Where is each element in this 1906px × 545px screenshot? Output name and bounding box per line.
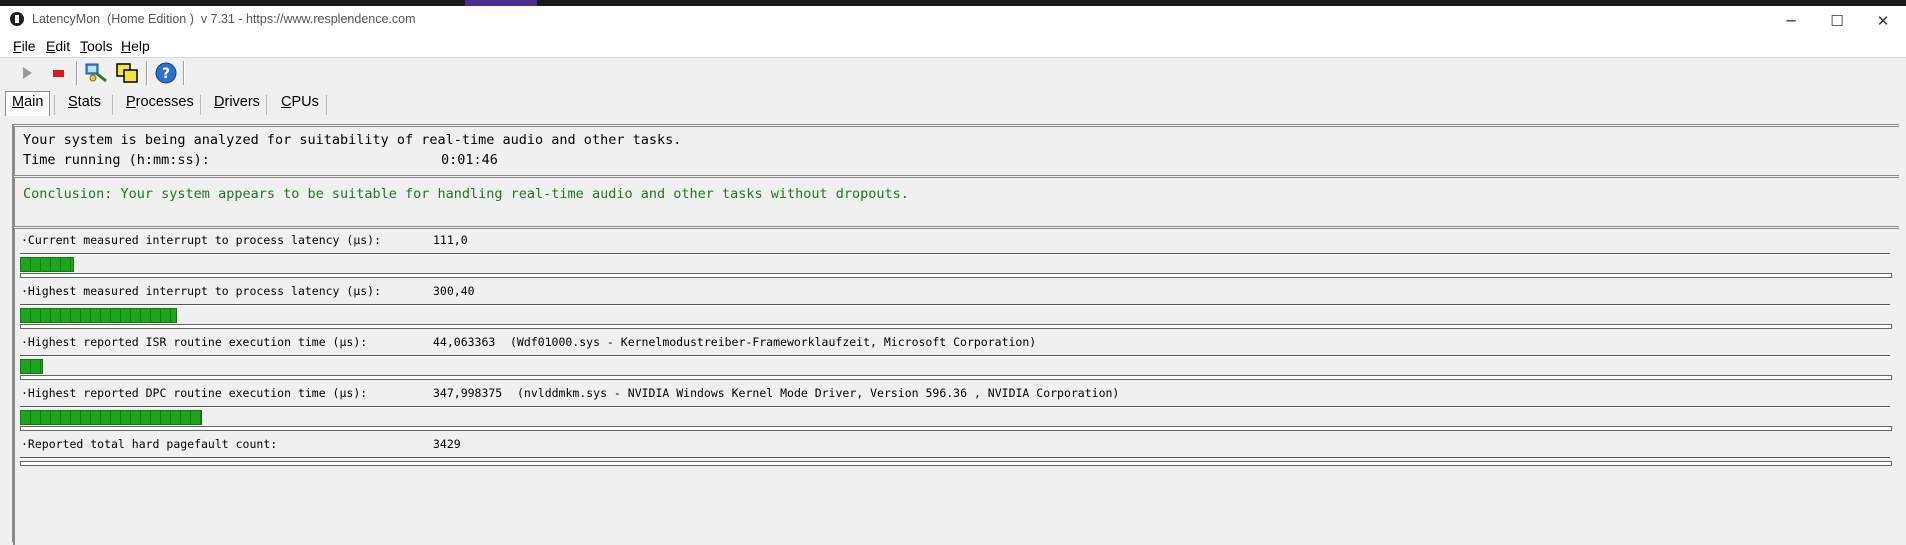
main-panel: Your system is being analyzed for suitab… xyxy=(12,124,1899,545)
metric-detail: (nvlddmkm.sys - NVIDIA Windows Kernel Mo… xyxy=(517,386,1120,400)
menu-bar: File Edit Tools Help xyxy=(0,36,1906,57)
metric-divider xyxy=(20,457,1890,459)
analysis-status-text: Your system is being analyzed for suitab… xyxy=(23,132,682,148)
tab-processes[interactable]: Processes xyxy=(126,94,194,110)
latency-bar xyxy=(20,257,1890,272)
menu-file[interactable]: File xyxy=(13,38,36,54)
tab-bar: Main Stats Processes Drivers CPUs xyxy=(0,88,1906,120)
analyze-icon xyxy=(85,63,107,83)
tab-separator xyxy=(326,95,327,115)
conclusion-box: Conclusion: Your system appears to be su… xyxy=(13,175,1899,226)
conclusion-text: Conclusion: Your system appears to be su… xyxy=(23,186,909,202)
metric-label: ·Current measured interrupt to process l… xyxy=(21,233,382,247)
window-title: LatencyMon (Home Edition ) v 7.31 - http… xyxy=(32,12,416,26)
metric-value: 111,0 xyxy=(433,233,468,247)
tab-separator xyxy=(266,95,267,115)
toolbar-separator xyxy=(146,61,148,85)
windows-button[interactable] xyxy=(114,61,140,85)
metric-value: 3429 xyxy=(433,437,461,451)
time-running-value: 0:01:46 xyxy=(441,152,498,168)
tab-separator xyxy=(200,95,201,115)
metric-row: ·Highest reported ISR routine execution … xyxy=(15,331,1899,382)
metrics-box: ·Current measured interrupt to process l… xyxy=(13,226,1899,545)
metric-value: 300,40 xyxy=(433,284,475,298)
stop-icon xyxy=(53,70,64,77)
minimize-button[interactable]: ─ xyxy=(1768,6,1814,36)
metric-label: ·Highest reported ISR routine execution … xyxy=(21,335,368,349)
metric-row: ·Highest measured interrupt to process l… xyxy=(15,280,1899,331)
latency-bar xyxy=(20,308,1890,323)
analyze-button[interactable] xyxy=(84,61,110,85)
metric-row: ·Highest reported DPC routine execution … xyxy=(15,382,1899,433)
latency-bar xyxy=(20,359,1890,374)
menu-tools[interactable]: Tools xyxy=(80,38,113,54)
latency-bar-fill xyxy=(20,308,177,323)
time-running-label: Time running (h:mm:ss): xyxy=(23,152,210,168)
tab-stats[interactable]: Stats xyxy=(68,94,101,110)
tab-cpus[interactable]: CPUs xyxy=(281,94,319,110)
play-icon xyxy=(23,67,32,79)
metric-bar-frame xyxy=(20,273,1892,278)
close-button[interactable]: ✕ xyxy=(1860,6,1906,36)
metric-label: ·Highest reported DPC routine execution … xyxy=(21,386,368,400)
metric-divider xyxy=(20,355,1890,357)
metric-bar-frame xyxy=(20,426,1892,431)
latency-bar-fill xyxy=(20,257,74,272)
tab-separator xyxy=(112,95,113,115)
metric-divider xyxy=(20,253,1890,255)
metric-divider xyxy=(20,304,1890,306)
latency-bar-fill xyxy=(20,359,43,374)
tab-main[interactable]: Main xyxy=(5,91,51,116)
metric-row: ·Reported total hard pagefault count: 342… xyxy=(15,433,1899,484)
latency-bar-fill xyxy=(20,410,202,425)
toolbar-separator xyxy=(183,61,185,85)
tab-drivers[interactable]: Drivers xyxy=(214,94,260,110)
help-icon: ? xyxy=(155,62,177,84)
latencymon-app-icon xyxy=(10,12,24,26)
help-button[interactable]: ? xyxy=(153,61,179,85)
title-bar: LatencyMon (Home Edition ) v 7.31 - http… xyxy=(0,6,1906,36)
metric-divider xyxy=(20,406,1890,408)
metric-label: ·Highest measured interrupt to process l… xyxy=(21,284,382,298)
tab-separator xyxy=(54,95,55,115)
maximize-button[interactable]: ☐ xyxy=(1814,6,1860,36)
stop-button[interactable] xyxy=(46,61,72,85)
help-symbol: ? xyxy=(162,66,170,82)
play-button[interactable] xyxy=(14,61,40,85)
metric-value: 44,063363 xyxy=(433,335,496,349)
metric-value: 347,998375 xyxy=(433,386,503,400)
metric-bar-frame xyxy=(20,375,1892,380)
metric-row: ·Current measured interrupt to process l… xyxy=(15,229,1899,280)
toolbar-separator xyxy=(76,61,78,85)
metric-bar-frame xyxy=(20,461,1892,466)
menu-help[interactable]: Help xyxy=(121,38,150,54)
metric-detail: (Wdf01000.sys - Kernelmodustreiber-Frame… xyxy=(510,335,1037,349)
status-box: Your system is being analyzed for suitab… xyxy=(13,124,1899,175)
menu-edit[interactable]: Edit xyxy=(46,38,70,54)
metric-label: ·Reported total hard pagefault count: xyxy=(21,437,278,451)
metric-bar-frame xyxy=(20,324,1892,329)
latency-bar xyxy=(20,410,1890,425)
windows-icon xyxy=(116,63,138,83)
toolbar: ? xyxy=(0,57,1906,88)
